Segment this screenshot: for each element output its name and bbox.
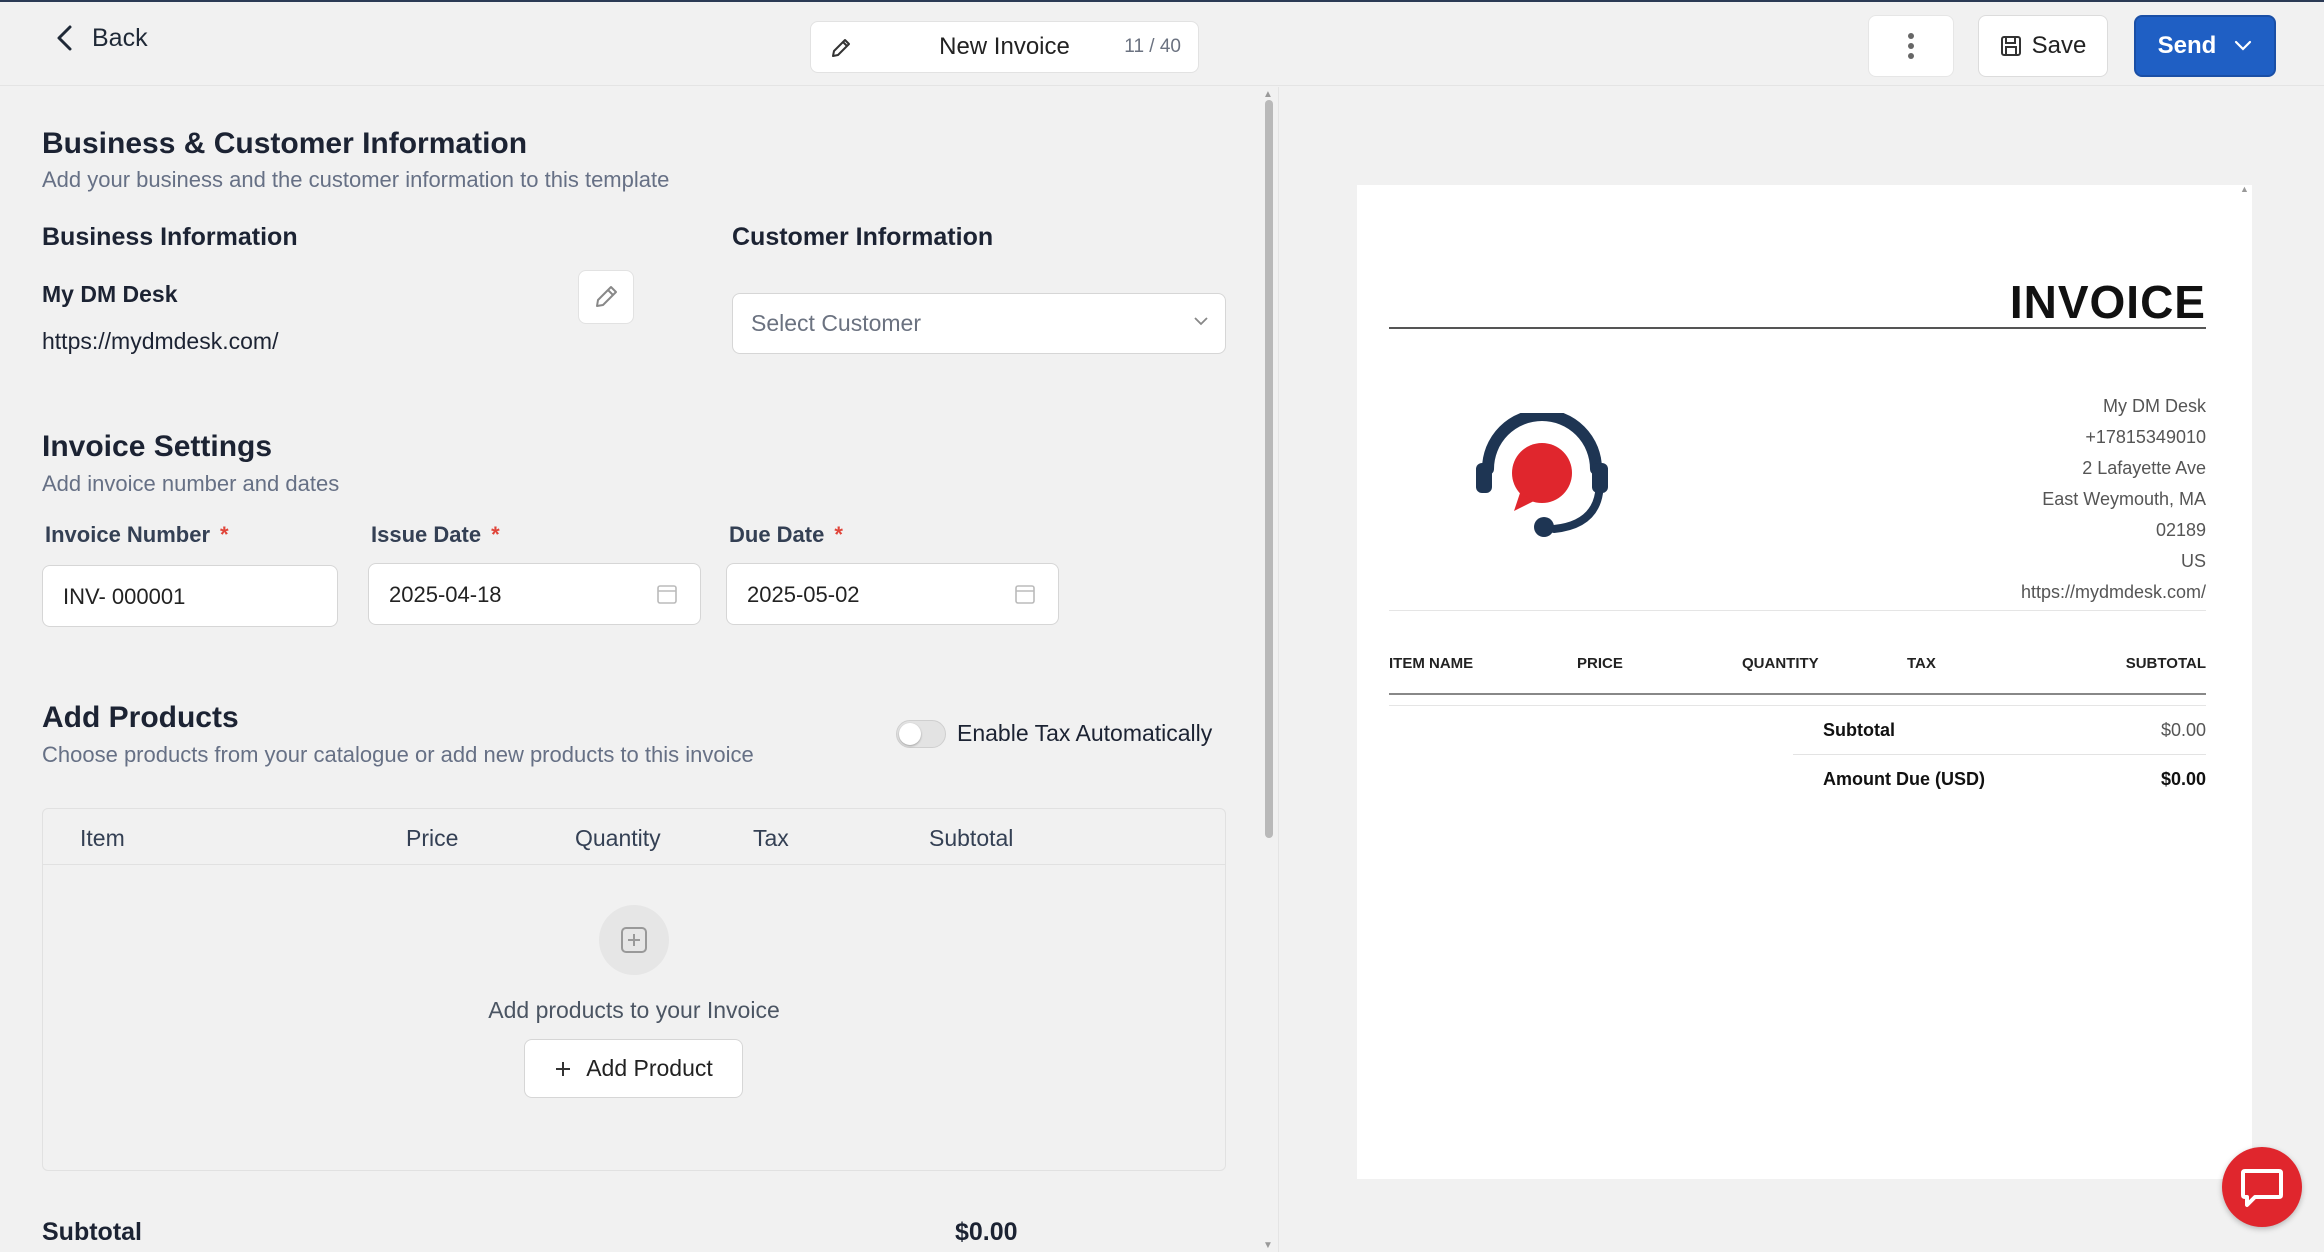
col-tax: Tax bbox=[753, 825, 789, 851]
invoice-number-value: INV- 000001 bbox=[63, 584, 186, 609]
business-customer-title: Business & Customer Information bbox=[42, 127, 528, 160]
edit-business-button[interactable] bbox=[578, 270, 634, 324]
details-divider bbox=[1389, 610, 2206, 611]
invoice-title-field[interactable]: New Invoice 11 / 40 bbox=[810, 21, 1199, 73]
send-button[interactable]: Send bbox=[2134, 15, 2276, 77]
business-url: https://mydmdesk.com/ bbox=[42, 328, 279, 354]
issue-date-value: 2025-04-18 bbox=[389, 582, 502, 607]
preview-subtotal-label: Subtotal bbox=[1823, 720, 1895, 740]
preview-biz-street: 2 Lafayette Ave bbox=[2082, 458, 2206, 478]
col-quantity: Quantity bbox=[575, 825, 661, 851]
due-date-label: Due Date * bbox=[729, 522, 843, 547]
add-products-subtitle: Choose products from your catalogue or a… bbox=[42, 742, 754, 767]
preview-invoice-title: INVOICE bbox=[2009, 276, 2206, 328]
chat-bubble-icon bbox=[2241, 1169, 2283, 1207]
table-body-rule bbox=[1389, 705, 2206, 706]
invoice-form-panel: Business & Customer Information Add your… bbox=[0, 87, 1278, 1252]
due-date-input[interactable]: 2025-05-02 bbox=[726, 563, 1059, 625]
title-divider bbox=[1389, 327, 2206, 329]
add-product-label: Add Product bbox=[586, 1055, 713, 1081]
empty-products-text: Add products to your Invoice bbox=[488, 997, 780, 1023]
invoice-number-label: Invoice Number * bbox=[45, 522, 229, 547]
back-label: Back bbox=[92, 23, 148, 52]
col-subtotal: Subtotal bbox=[929, 825, 1014, 851]
products-table: Item Price Quantity Tax Subtotal Add pro… bbox=[42, 808, 1226, 1171]
invoice-settings-title: Invoice Settings bbox=[42, 430, 273, 463]
preview-subtotal-value: $0.00 bbox=[2160, 720, 2206, 740]
products-table-header: Item Price Quantity Tax Subtotal bbox=[43, 809, 1225, 865]
add-product-icon-button[interactable] bbox=[599, 905, 669, 975]
required-marker: * bbox=[834, 522, 843, 547]
plus-icon bbox=[556, 1061, 571, 1076]
more-options-button[interactable] bbox=[1868, 15, 1954, 77]
preview-biz-country: US bbox=[2180, 551, 2206, 571]
table-header-rule bbox=[1389, 693, 2206, 695]
add-product-button[interactable]: Add Product bbox=[524, 1039, 743, 1098]
top-bar: Back New Invoice 11 / 40 Save Send bbox=[0, 0, 2324, 86]
kebab-menu-icon bbox=[1908, 33, 1914, 59]
add-products-title: Add Products bbox=[42, 701, 239, 734]
save-label: Save bbox=[2031, 32, 2087, 59]
scroll-up-arrow[interactable]: ▲ bbox=[1263, 89, 1273, 100]
subtotal-value: $0.00 bbox=[955, 1218, 1018, 1246]
invoice-number-input[interactable]: INV- 000001 bbox=[42, 565, 338, 627]
preview-biz-city: East Weymouth, MA bbox=[2042, 489, 2206, 509]
save-button[interactable]: Save bbox=[1978, 15, 2108, 77]
preview-col-subtotal: SUBTOTAL bbox=[2125, 655, 2206, 672]
form-scrollbar[interactable] bbox=[1265, 100, 1273, 838]
pencil-icon bbox=[596, 286, 617, 307]
preview-col-tax: TAX bbox=[1907, 655, 1936, 672]
subtotal-label: Subtotal bbox=[42, 1218, 142, 1246]
invoice-settings-subtitle: Add invoice number and dates bbox=[42, 471, 340, 496]
business-logo bbox=[1476, 413, 1608, 537]
issue-date-label: Issue Date * bbox=[371, 522, 500, 547]
back-button[interactable]: Back bbox=[52, 22, 148, 54]
preview-biz-name: My DM Desk bbox=[2103, 396, 2206, 416]
plus-square-icon bbox=[621, 927, 647, 953]
invoice-preview-document: INVOICE My DM Desk +17815349010 2 Lafaye… bbox=[1357, 185, 2252, 1179]
business-name: My DM Desk bbox=[42, 281, 178, 307]
preview-biz-phone: +17815349010 bbox=[2085, 427, 2206, 447]
title-char-count: 11 / 40 bbox=[1124, 36, 1181, 57]
preview-col-item-name: ITEM NAME bbox=[1389, 655, 1474, 672]
required-marker: * bbox=[220, 522, 229, 547]
floppy-disk-icon bbox=[2000, 36, 2021, 56]
due-date-value: 2025-05-02 bbox=[747, 582, 860, 607]
required-marker: * bbox=[491, 522, 500, 547]
chevron-down-icon[interactable] bbox=[2234, 40, 2252, 52]
customer-info-heading: Customer Information bbox=[732, 223, 994, 251]
preview-biz-zip: 02189 bbox=[2155, 520, 2206, 540]
calendar-icon[interactable] bbox=[1014, 583, 1036, 605]
business-customer-subtitle: Add your business and the customer infor… bbox=[42, 167, 670, 192]
scroll-down-arrow[interactable]: ▼ bbox=[1263, 1240, 1273, 1251]
preview-amount-due-value: $0.00 bbox=[2160, 769, 2206, 789]
preview-amount-due-label: Amount Due (USD) bbox=[1823, 769, 1985, 789]
preview-biz-url: https://mydmdesk.com/ bbox=[2020, 582, 2206, 602]
chat-widget-button[interactable] bbox=[2222, 1147, 2302, 1227]
customer-select-placeholder: Select Customer bbox=[751, 310, 922, 336]
enable-tax-toggle[interactable] bbox=[896, 720, 946, 748]
issue-date-input[interactable]: 2025-04-18 bbox=[368, 563, 701, 625]
chevron-down-icon bbox=[1194, 317, 1208, 326]
preview-col-price: PRICE bbox=[1577, 655, 1623, 672]
customer-select[interactable]: Select Customer bbox=[732, 293, 1226, 354]
preview-business-details: My DM Desk +17815349010 2 Lafayette Ave … bbox=[2021, 391, 2206, 608]
totals-divider bbox=[1793, 754, 2206, 755]
col-item: Item bbox=[80, 825, 125, 851]
enable-tax-label: Enable Tax Automatically bbox=[957, 720, 1213, 746]
send-label: Send bbox=[2157, 32, 2217, 59]
business-info-heading: Business Information bbox=[42, 223, 298, 251]
calendar-icon[interactable] bbox=[656, 583, 678, 605]
col-price: Price bbox=[406, 825, 459, 851]
preview-scroll-up-arrow[interactable]: ▲ bbox=[2240, 184, 2249, 194]
chevron-left-icon bbox=[57, 25, 72, 51]
preview-col-quantity: QUANTITY bbox=[1742, 655, 1819, 672]
